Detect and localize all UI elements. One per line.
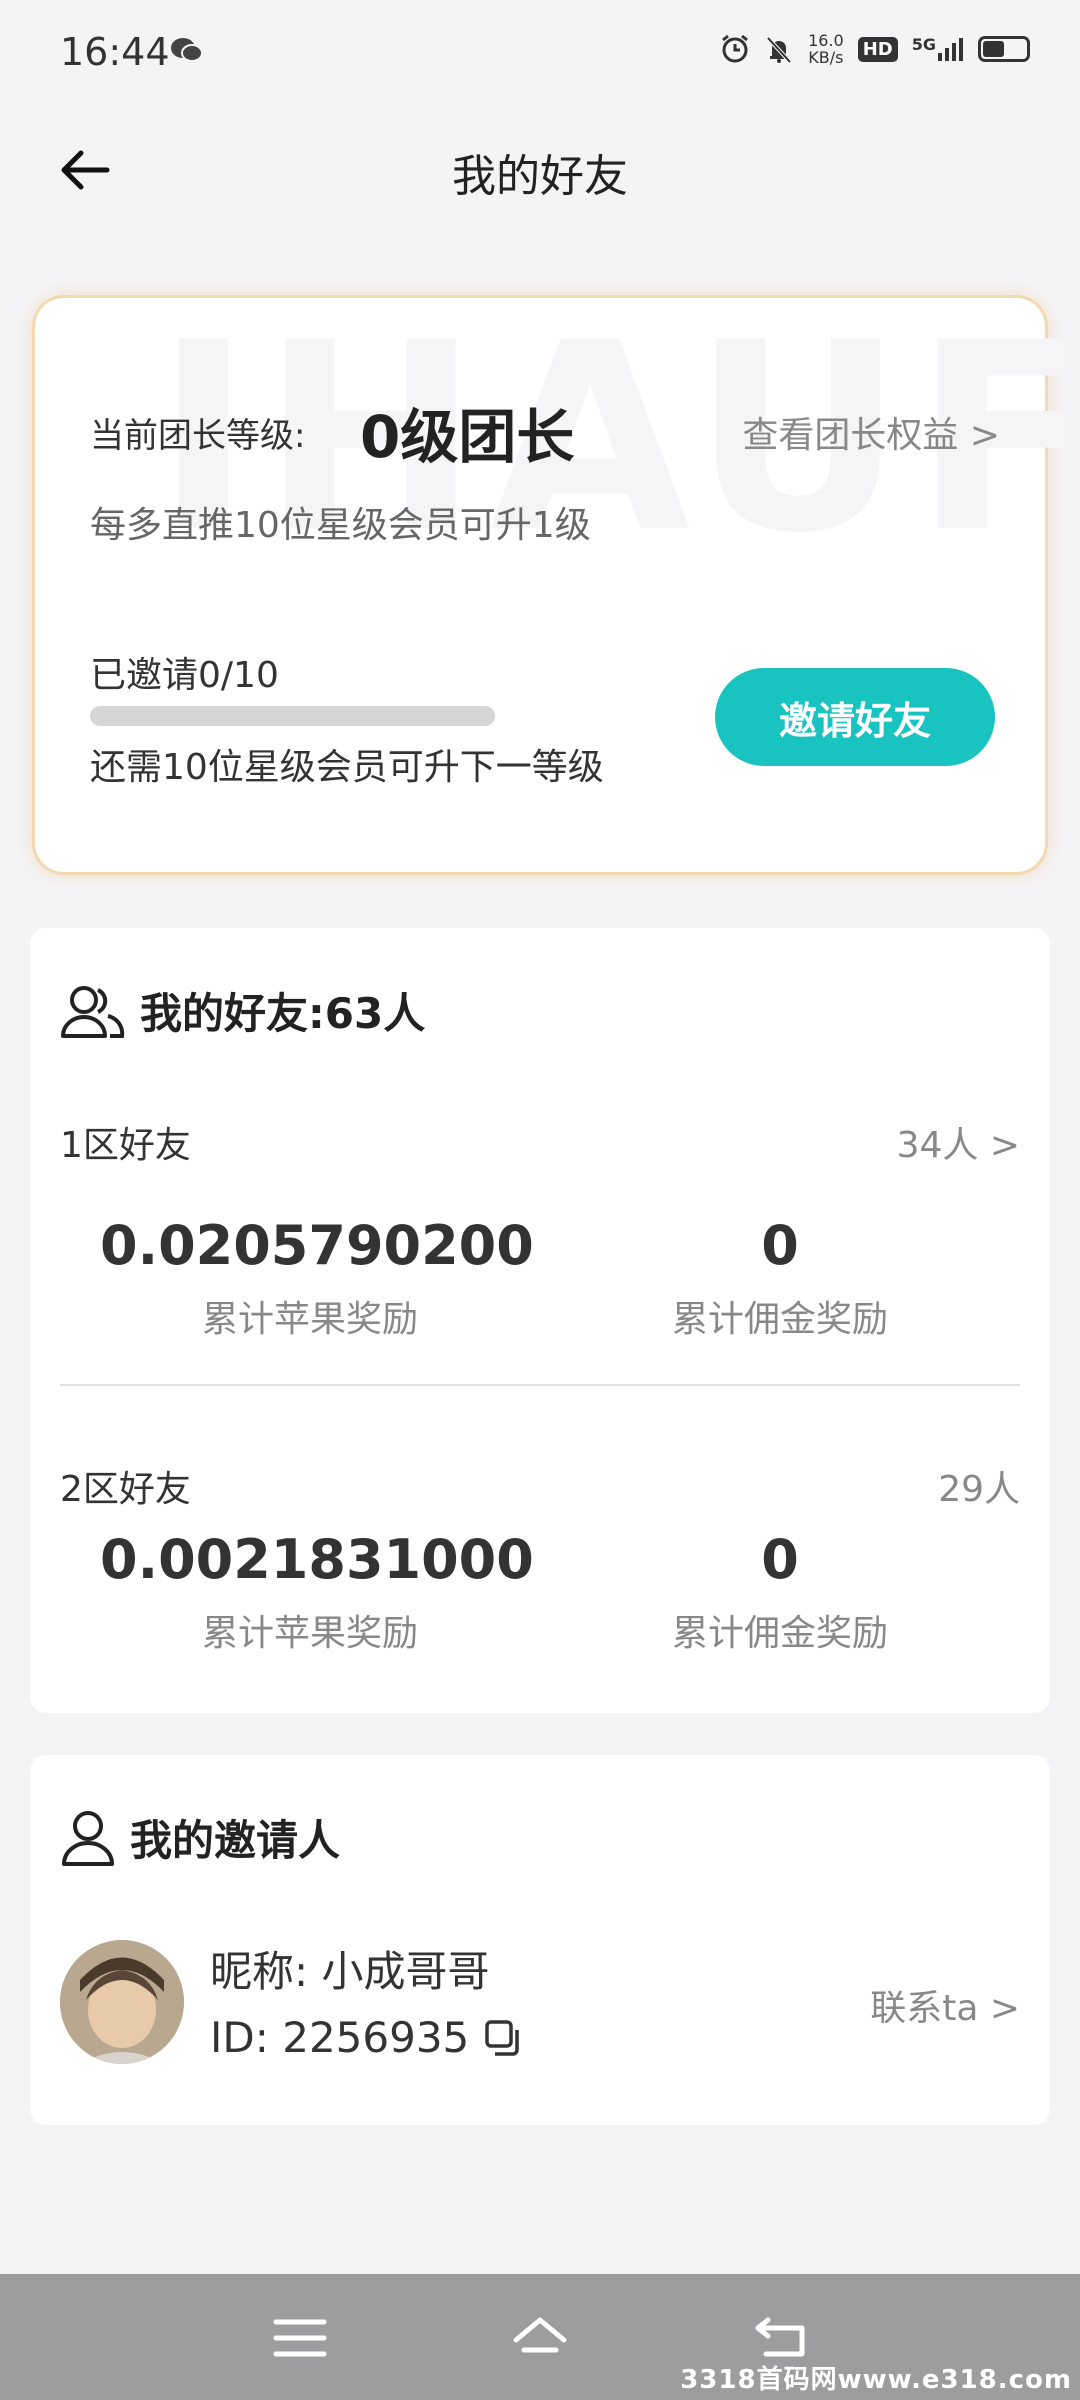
copy-icon[interactable] xyxy=(483,2018,523,2058)
zone-1-commission-reward: 0 xyxy=(761,1214,799,1277)
signal-icon: 5G xyxy=(912,37,964,61)
network-speed-value: 16.0 xyxy=(808,31,844,50)
invited-count: 已邀请0/10 xyxy=(90,655,279,696)
system-nav-bar: 3318首码网www.e318.com xyxy=(0,2274,1080,2400)
level-label: 当前团长等级: xyxy=(90,416,306,456)
zone-1-label: 1区好友 xyxy=(60,1125,191,1166)
view-benefits-link[interactable]: 查看团长权益 > xyxy=(742,406,1000,458)
zone-2-commission-reward: 0 xyxy=(761,1528,799,1591)
inviter-nickname: 昵称: 小成哥哥 xyxy=(210,1947,490,1996)
zone-2-count[interactable]: 29人 xyxy=(938,1460,1020,1512)
signal-bars-icon xyxy=(938,38,963,61)
inviter-card: 我的邀请人 昵称: 小成哥哥 ID: 2256935 联系ta > xyxy=(30,1755,1050,2125)
alarm-icon xyxy=(722,34,749,63)
user-icon xyxy=(62,1810,114,1866)
status-icons: 16.0 KB/s HD 5G xyxy=(720,32,1030,66)
zone-2-apple-reward-label: 累计苹果奖励 xyxy=(201,1613,418,1654)
users-icon xyxy=(61,985,125,1038)
friends-card: 我的好友:63人 1区好友 34人 > 0.0205790200 累计苹果奖励 … xyxy=(30,928,1050,1713)
zone-1-count-link[interactable]: 34人 > xyxy=(897,1116,1020,1168)
zone-1-apple-reward-label: 累计苹果奖励 xyxy=(201,1299,418,1340)
network-speed-unit: KB/s xyxy=(808,48,844,67)
avatar-image xyxy=(60,1940,184,2064)
friends-header: 我的好友:63人 xyxy=(60,980,425,1041)
hd-badge: HD xyxy=(857,36,898,62)
page-title: 我的好友 xyxy=(452,151,628,202)
menu-icon[interactable] xyxy=(272,2314,328,2362)
level-card: IHAUF 当前团长等级: 0级团长 查看团长权益 > 每多直推10位星级会员可… xyxy=(32,288,1080,875)
network-type: 5G xyxy=(911,35,936,54)
level-value: 0级团长 xyxy=(360,403,575,471)
zone-2-commission-reward-label: 累计佣金奖励 xyxy=(671,1613,888,1654)
invite-progress-bar xyxy=(90,706,495,726)
top-bar: 我的好友 xyxy=(0,110,1080,230)
battery-fill xyxy=(983,41,1005,57)
site-watermark: 3318首码网www.e318.com xyxy=(680,2365,1072,2395)
home-icon[interactable] xyxy=(512,2314,568,2362)
zone-2-label: 2区好友 xyxy=(60,1469,191,1510)
status-time: 16:44 xyxy=(60,30,170,74)
status-bar: 16:44 16.0 KB/s HD 5G xyxy=(0,0,1080,110)
zone-divider xyxy=(60,1384,1020,1386)
inviter-header: 我的邀请人 xyxy=(60,1807,340,1868)
battery-icon xyxy=(978,36,1030,62)
inviter-avatar xyxy=(60,1940,184,2064)
back-nav-icon[interactable] xyxy=(752,2314,808,2362)
next-level-hint: 还需10位星级会员可升下一等级 xyxy=(90,747,604,788)
invite-friends-button[interactable]: 邀请好友 xyxy=(715,668,995,766)
inviter-id-row: ID: 2256935 xyxy=(210,2013,523,2062)
zone-2-apple-reward: 0.0021831000 xyxy=(100,1528,534,1591)
zone-1-apple-reward: 0.0205790200 xyxy=(100,1214,534,1277)
friends-title: 我的好友:63人 xyxy=(140,989,426,1038)
level-hint: 每多直推10位星级会员可升1级 xyxy=(90,505,591,546)
inviter-id: ID: 2256935 xyxy=(210,2013,470,2062)
zone-1-commission-reward-label: 累计佣金奖励 xyxy=(671,1299,888,1340)
wechat-icon xyxy=(171,38,203,62)
contact-inviter-link[interactable]: 联系ta > xyxy=(870,1979,1020,2031)
inviter-title: 我的邀请人 xyxy=(130,1816,341,1865)
mute-bell-icon xyxy=(766,36,792,64)
network-speed: 16.0 KB/s xyxy=(808,32,844,66)
